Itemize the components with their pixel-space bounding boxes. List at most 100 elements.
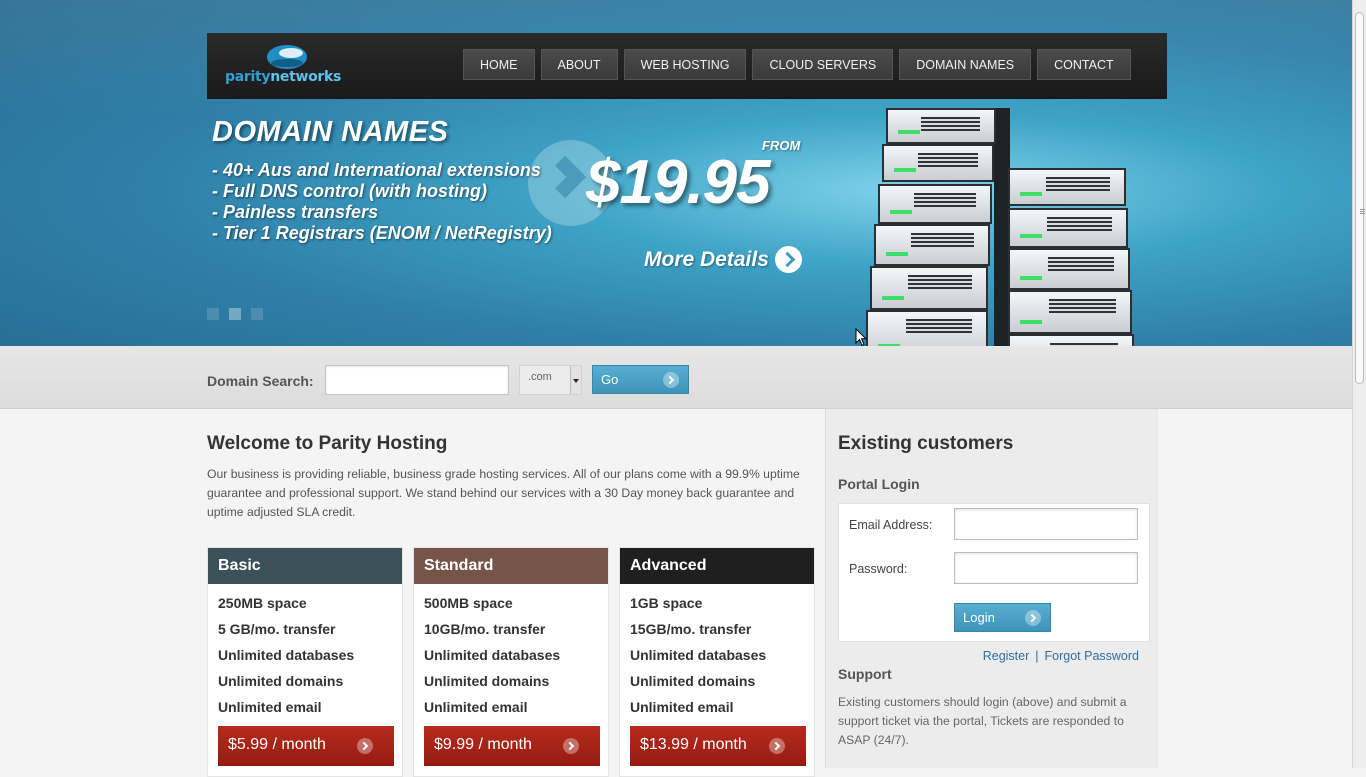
plan-feature-list: 250MB space 5 GB/mo. transfer Unlimited … xyxy=(208,584,402,720)
plan-title: Standard xyxy=(414,548,608,584)
slider-pagination xyxy=(207,308,263,320)
plan-feature: Unlimited domains xyxy=(218,673,344,689)
plan-feature: Unlimited databases xyxy=(630,647,767,663)
arrow-right-circle-icon xyxy=(563,738,579,754)
slider-dot-1[interactable] xyxy=(207,308,219,320)
dropdown-arrow-icon xyxy=(570,366,581,394)
server-vent xyxy=(920,117,980,131)
email-field[interactable] xyxy=(954,508,1138,540)
status-led-icon xyxy=(1020,276,1042,280)
plan-card-advanced: Advanced 1GB space 15GB/mo. transfer Unl… xyxy=(619,547,815,777)
plan-feature: Unlimited databases xyxy=(424,647,561,663)
server-vent xyxy=(1047,217,1112,231)
hero-banner: paritynetworks HOME ABOUT WEB HOSTING CL… xyxy=(0,0,1352,346)
nav-item-about[interactable]: ABOUT xyxy=(540,49,618,80)
tld-select[interactable]: .com xyxy=(519,365,582,395)
server-vent xyxy=(1048,299,1116,313)
register-link[interactable]: Register xyxy=(983,649,1030,663)
login-button[interactable]: Login xyxy=(954,603,1051,632)
portal-login-title: Portal Login xyxy=(838,476,920,492)
forgot-password-link[interactable]: Forgot Password xyxy=(1045,649,1139,663)
plan-card-standard: Standard 500MB space 10GB/mo. transfer U… xyxy=(413,547,609,777)
plan-feature: Unlimited domains xyxy=(424,673,550,689)
hero-title: DOMAIN NAMES xyxy=(212,116,449,148)
go-button-label: Go xyxy=(601,372,619,387)
plan-feature: 15GB/mo. transfer xyxy=(630,621,752,637)
welcome-title: Welcome to Parity Hosting xyxy=(207,433,448,454)
status-led-icon xyxy=(894,168,916,172)
arrow-right-circle-icon xyxy=(769,738,785,754)
logo-text-part1: parity xyxy=(225,69,271,85)
plan-price-button[interactable]: $9.99 / month xyxy=(424,726,600,766)
nav-item-domain-names[interactable]: DOMAIN NAMES xyxy=(899,49,1032,80)
plan-price-label: $13.99 / month xyxy=(640,736,747,753)
plan-feature-list: 1GB space 15GB/mo. transfer Unlimited da… xyxy=(620,584,814,720)
server-unit xyxy=(1008,208,1128,248)
support-text: Existing customers should login (above) … xyxy=(838,695,1127,747)
header-bar: paritynetworks HOME ABOUT WEB HOSTING CL… xyxy=(207,33,1167,99)
scrollbar-thumb[interactable] xyxy=(1355,12,1365,384)
page-scrollbar[interactable] xyxy=(1352,0,1366,768)
server-unit xyxy=(874,224,990,266)
plan-feature: 1GB space xyxy=(630,595,703,611)
plan-feature: 250MB space xyxy=(218,595,307,611)
more-details-label: More Details xyxy=(644,247,769,271)
hero-feature-item: - Painless transfers xyxy=(212,202,379,222)
hero-feature-item: - 40+ Aus and International extensions xyxy=(212,160,541,180)
status-led-icon xyxy=(1020,192,1042,196)
plan-price-label: $9.99 / month xyxy=(434,736,532,753)
nav-item-home[interactable]: HOME xyxy=(463,49,535,80)
password-field[interactable] xyxy=(954,552,1138,584)
server-unit xyxy=(882,144,994,182)
status-led-icon xyxy=(882,296,904,300)
site-logo[interactable]: paritynetworks xyxy=(225,43,355,91)
sidebar-title: Existing customers xyxy=(838,433,1014,454)
server-vent xyxy=(1047,257,1114,271)
password-label: Password: xyxy=(849,562,908,576)
arrow-right-circle-icon xyxy=(1025,610,1041,626)
nav-item-contact[interactable]: CONTACT xyxy=(1037,49,1131,80)
plan-feature: Unlimited email xyxy=(630,699,734,715)
slider-dot-2[interactable] xyxy=(229,308,241,320)
server-vent xyxy=(905,319,972,333)
arrow-right-circle-icon xyxy=(663,372,679,388)
status-led-icon xyxy=(898,130,920,134)
plan-title: Basic xyxy=(208,548,402,584)
plan-price-button[interactable]: $13.99 / month xyxy=(630,726,806,766)
nav-item-web-hosting[interactable]: WEB HOSTING xyxy=(623,49,747,80)
plan-feature: Unlimited email xyxy=(424,699,528,715)
server-unit xyxy=(1008,168,1126,206)
plan-price-button[interactable]: $5.99 / month xyxy=(218,726,394,766)
plan-feature-list: 500MB space 10GB/mo. transfer Unlimited … xyxy=(414,584,608,720)
server-unit xyxy=(870,266,988,310)
nav-item-cloud-servers[interactable]: CLOUD SERVERS xyxy=(752,49,894,80)
domain-search-go-button[interactable]: Go xyxy=(592,365,689,394)
arrow-right-circle-icon xyxy=(357,738,373,754)
server-unit xyxy=(886,108,996,144)
scrollbar-grip-icon xyxy=(1360,209,1365,215)
server-vent xyxy=(914,193,976,207)
hero-feature-item: - Full DNS control (with hosting) xyxy=(212,181,487,201)
account-links: Register | Forgot Password xyxy=(983,649,1139,663)
login-button-label: Login xyxy=(963,610,995,625)
main-nav: HOME ABOUT WEB HOSTING CLOUD SERVERS DOM… xyxy=(463,49,1131,80)
domain-search-bar: Domain Search: .com Go xyxy=(0,346,1352,409)
more-details-link[interactable]: More Details xyxy=(644,246,802,273)
welcome-text: Our business is providing reliable, busi… xyxy=(207,467,800,519)
domain-search-input[interactable] xyxy=(325,365,509,395)
server-vent xyxy=(911,233,974,247)
login-form: Email Address: Password: Login xyxy=(838,503,1150,642)
server-vent xyxy=(908,275,972,289)
link-separator: | xyxy=(1035,649,1039,663)
server-vent xyxy=(917,153,978,167)
server-rack-image xyxy=(846,98,1158,346)
slider-dot-3[interactable] xyxy=(251,308,263,320)
customer-sidebar: Existing customers Portal Login Email Ad… xyxy=(825,409,1158,768)
plan-feature: Unlimited domains xyxy=(630,673,756,689)
plan-feature: Unlimited databases xyxy=(218,647,355,663)
status-led-icon xyxy=(890,210,912,214)
domain-search-label: Domain Search: xyxy=(207,373,314,389)
plan-price-label: $5.99 / month xyxy=(228,736,326,753)
plan-title: Advanced xyxy=(620,548,814,584)
status-led-icon xyxy=(1020,320,1042,324)
